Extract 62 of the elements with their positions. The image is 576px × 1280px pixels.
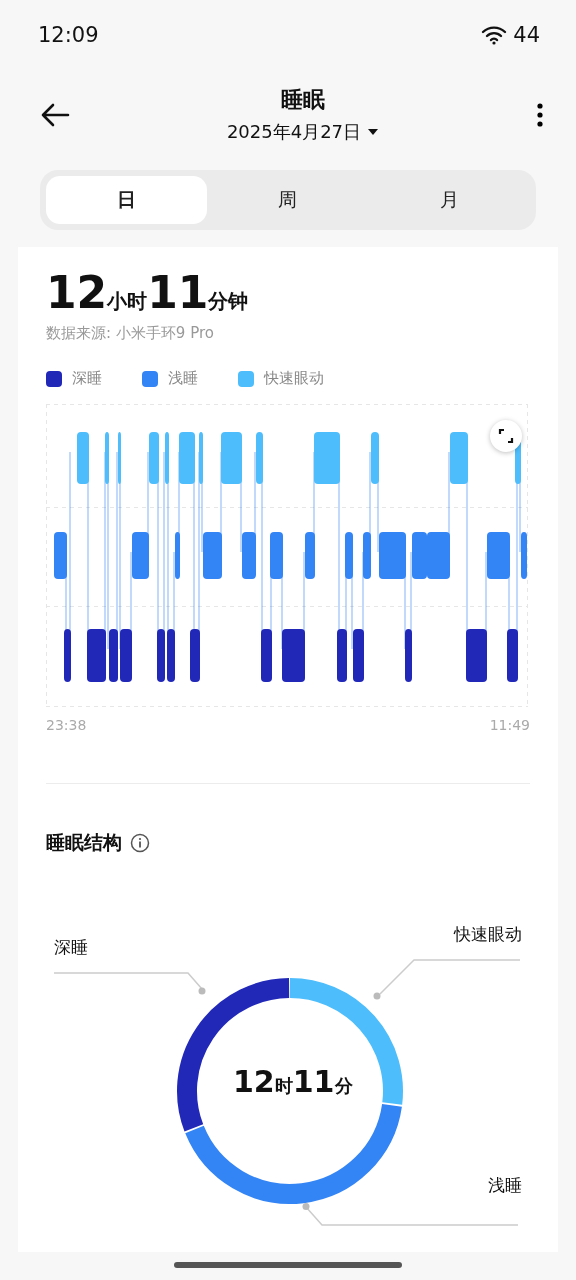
- sleep-stage-bar: [221, 432, 242, 484]
- status-time: 12:09: [38, 23, 99, 47]
- sleep-stage-bar: [371, 432, 379, 484]
- sleep-stage-bar: [521, 532, 527, 579]
- period-tab[interactable]: 日: [46, 176, 208, 224]
- sleep-stage-bar: [190, 629, 200, 682]
- donut-center-total: 12 时11分: [233, 1064, 353, 1099]
- period-tab[interactable]: 月: [368, 176, 530, 224]
- sleep-stage-bar: [379, 532, 406, 579]
- sleep-stage-bar: [507, 629, 518, 682]
- sleep-stage-bar: [345, 532, 353, 579]
- sleep-stage-bar: [54, 532, 67, 579]
- sleep-stage-bar: [405, 629, 412, 682]
- stage-label: 快速眼动: [454, 923, 522, 946]
- sleep-stage-bar: [157, 629, 165, 682]
- sleep-stage-bar: [118, 432, 121, 484]
- sleep-stage-bar: [256, 432, 263, 484]
- expand-icon: [498, 428, 514, 444]
- page-title: 睡眠: [281, 86, 325, 114]
- sleep-stage-bar: [167, 629, 175, 682]
- sleep-stage-bar: [87, 629, 106, 682]
- sleep-stage-bar: [270, 532, 283, 579]
- caret-icon: [367, 128, 380, 136]
- battery-level: 44: [513, 23, 540, 47]
- legend-label: 深睡: [72, 369, 102, 388]
- sleep-stage-bar: [487, 532, 510, 579]
- sleep-stage-bar: [353, 629, 364, 682]
- legend-label: 快速眼动: [264, 369, 324, 388]
- sleep-stage-bar: [305, 532, 315, 579]
- end-time: 11:49: [489, 717, 530, 733]
- sleep-stage-bar: [242, 532, 256, 579]
- sleep-stage-bar: [179, 432, 195, 484]
- wifi-icon: [481, 25, 508, 45]
- start-time: 23:38: [46, 717, 87, 733]
- sleep-stage-bar: [261, 629, 272, 682]
- sleep-stage-bar: [199, 432, 203, 484]
- sleep-stage-bar: [450, 432, 468, 484]
- sleep-stage-bar: [282, 629, 305, 682]
- data-source: 数据来源: 小米手环9 Pro: [46, 324, 215, 343]
- sleep-stage-bar: [120, 629, 132, 682]
- sleep-stage-bar: [105, 432, 109, 484]
- legend-label: 浅睡: [168, 369, 198, 388]
- stage-label: 深睡: [54, 936, 88, 959]
- info-icon[interactable]: [130, 833, 150, 853]
- date-selector[interactable]: 2025年4月27日: [220, 119, 386, 145]
- sleep-stage-bar: [64, 629, 71, 682]
- sleep-stage-bar: [314, 432, 340, 484]
- sleep-stage-bar: [175, 532, 180, 579]
- section-title: 睡眠结构: [46, 830, 122, 855]
- sleep-duration: 12小时 11分钟: [46, 267, 250, 318]
- sleep-stage-bar: [109, 629, 118, 682]
- stage-label: 浅睡: [488, 1174, 522, 1197]
- sleep-stage-bar: [165, 432, 169, 484]
- period-tab[interactable]: 周: [207, 176, 369, 224]
- sleep-stage-bar: [337, 629, 347, 682]
- sleep-stage-bar: [132, 532, 149, 579]
- sleep-stage-bar: [149, 432, 159, 484]
- expand-button[interactable]: [490, 420, 522, 452]
- sleep-stage-bar: [203, 532, 222, 579]
- sleep-stage-bar: [363, 532, 371, 579]
- sleep-stage-bar: [77, 432, 89, 484]
- sleep-stage-bar: [466, 629, 487, 682]
